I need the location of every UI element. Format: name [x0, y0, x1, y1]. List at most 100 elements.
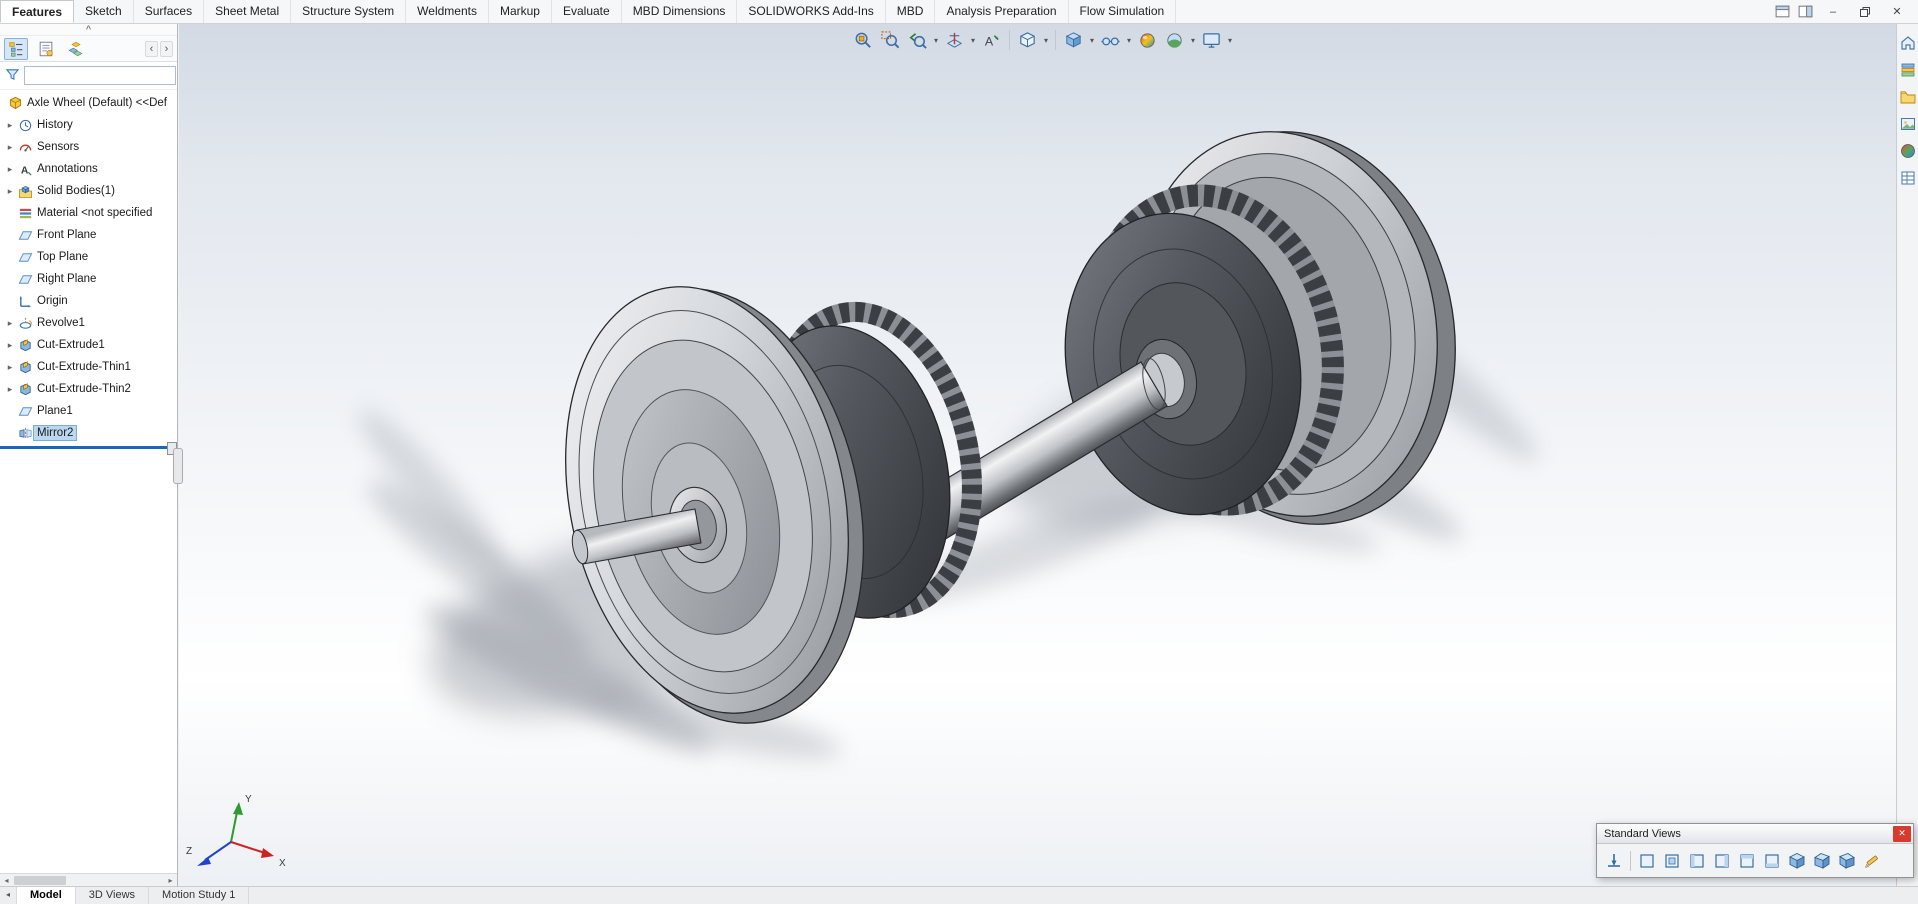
appearances-scenes-icon[interactable] [1899, 142, 1917, 160]
graphics-viewport[interactable]: ▾ ▾ A ▾ ▾ ▾ ▾ ▾ Y X Z [179, 24, 1896, 886]
home-icon[interactable] [1899, 34, 1917, 52]
bottom-view-icon[interactable] [1760, 848, 1784, 873]
apply-scene-icon[interactable] [1162, 27, 1187, 53]
pane-icon-1[interactable] [1774, 4, 1791, 19]
isometric-view-icon[interactable] [1785, 848, 1809, 873]
expand-arrow[interactable]: ▸ [4, 164, 16, 175]
expand-arrow[interactable]: ▸ [4, 384, 16, 395]
tree-item-revolve1[interactable]: ▸ Revolve1 [0, 312, 177, 334]
dropdown-caret[interactable]: ▾ [1226, 36, 1234, 45]
tree-item-annotations[interactable]: ▸ A Annotations [0, 158, 177, 180]
expand-arrow[interactable]: ▸ [4, 186, 16, 197]
trimetric-view-icon[interactable] [1810, 848, 1834, 873]
panel-resize-handle[interactable] [173, 448, 183, 484]
tree-item-origin[interactable]: Origin [0, 290, 177, 312]
tab-flow-simulation[interactable]: Flow Simulation [1069, 0, 1177, 23]
file-explorer-icon[interactable] [1899, 88, 1917, 106]
edit-appearance-icon[interactable] [1135, 27, 1160, 53]
dynamic-annotation-views-icon[interactable]: A [979, 27, 1004, 53]
dropdown-caret[interactable]: ▾ [969, 36, 977, 45]
expand-arrow[interactable]: ▸ [4, 362, 16, 373]
hide-show-items-icon[interactable] [1098, 27, 1123, 53]
dropdown-caret[interactable]: ▾ [1088, 36, 1096, 45]
pane-icon-2[interactable] [1797, 4, 1814, 19]
dropdown-caret[interactable]: ▾ [1189, 36, 1197, 45]
scroll-thumb[interactable] [14, 876, 66, 885]
scroll-left-arrow[interactable]: ◂ [0, 874, 13, 886]
previous-view-icon[interactable] [905, 27, 930, 53]
section-view-icon[interactable] [942, 27, 967, 53]
expand-arrow[interactable]: ▸ [4, 318, 16, 329]
view-palette-icon[interactable] [1899, 115, 1917, 133]
tab-mbd-dimensions[interactable]: MBD Dimensions [622, 0, 738, 23]
close-button[interactable]: ✕ [1884, 3, 1910, 21]
scroll-right-arrow[interactable]: ▸ [164, 874, 177, 886]
design-library-icon[interactable] [1899, 61, 1917, 79]
tab-model[interactable]: Model [17, 887, 76, 904]
tab-evaluate[interactable]: Evaluate [552, 0, 622, 23]
tree-item-sensors[interactable]: ▸ Sensors [0, 136, 177, 158]
view-orientation-icon[interactable] [1015, 27, 1040, 53]
tree-item-material[interactable]: Material <not specified [0, 202, 177, 224]
tree-item-cut-extrude-thin2[interactable]: ▸ Cut-Extrude-Thin2 [0, 378, 177, 400]
tree-item-label: History [37, 119, 73, 131]
configurationmanager-tab[interactable] [64, 38, 88, 60]
display-style-icon[interactable] [1061, 27, 1086, 53]
minimize-button[interactable]: – [1820, 3, 1846, 21]
tree-item-top-plane[interactable]: Top Plane [0, 246, 177, 268]
expand-arrow[interactable]: ▸ [4, 120, 16, 131]
front-view-icon[interactable] [1635, 848, 1659, 873]
tab-weldments[interactable]: Weldments [406, 0, 489, 23]
filter-input[interactable] [24, 66, 176, 85]
tree-item-cut-extrude-thin1[interactable]: ▸ Cut-Extrude-Thin1 [0, 356, 177, 378]
plane-icon [16, 249, 34, 265]
expand-arrow[interactable]: ▸ [4, 340, 16, 351]
tab-analysis-preparation[interactable]: Analysis Preparation [935, 0, 1069, 23]
normal-to-icon[interactable] [1602, 848, 1626, 873]
propertymanager-tab[interactable] [34, 38, 58, 60]
palette-title-bar[interactable]: Standard Views ✕ [1597, 824, 1913, 844]
dropdown-caret[interactable]: ▾ [932, 36, 940, 45]
tab-markup[interactable]: Markup [489, 0, 552, 23]
featuremanager-tab[interactable] [4, 37, 28, 60]
zoom-to-fit-icon[interactable] [851, 27, 876, 53]
rollback-bar[interactable] [0, 442, 177, 455]
top-view-icon[interactable] [1735, 848, 1759, 873]
tree-item-right-plane[interactable]: Right Plane [0, 268, 177, 290]
tree-item-plane1[interactable]: Plane1 [0, 400, 177, 422]
tree-item-history[interactable]: ▸ History [0, 114, 177, 136]
tab-surfaces[interactable]: Surfaces [134, 0, 205, 23]
model-render[interactable] [179, 24, 1896, 886]
dropdown-caret[interactable]: ▾ [1125, 36, 1133, 45]
tab-mbd[interactable]: MBD [886, 0, 936, 23]
tab-features[interactable]: Features [0, 0, 75, 23]
panel-collapse-chevron[interactable]: ^ [0, 24, 177, 36]
tab-sketch[interactable]: Sketch [74, 0, 134, 23]
tree-item-root[interactable]: Axle Wheel (Default) <<Def [0, 92, 177, 114]
tab-sheet-metal[interactable]: Sheet Metal [204, 0, 292, 23]
tab-motion-study-1[interactable]: Motion Study 1 [149, 887, 250, 904]
tab-structure-system[interactable]: Structure System [291, 0, 407, 23]
tree-item-cut-extrude1[interactable]: ▸ Cut-Extrude1 [0, 334, 177, 356]
restore-button[interactable] [1852, 3, 1878, 21]
doc-tab-scroll-left[interactable]: ◂ [0, 887, 17, 904]
tree-horizontal-scrollbar[interactable]: ◂ ▸ [0, 873, 177, 886]
left-view-icon[interactable] [1685, 848, 1709, 873]
right-view-icon[interactable] [1710, 848, 1734, 873]
dropdown-caret[interactable]: ▾ [1042, 36, 1050, 45]
zoom-to-area-icon[interactable] [878, 27, 903, 53]
panel-tab-scroll-left[interactable]: ‹ [145, 40, 158, 57]
tree-item-front-plane[interactable]: Front Plane [0, 224, 177, 246]
view-selector-icon[interactable] [1860, 848, 1884, 873]
custom-properties-icon[interactable] [1899, 169, 1917, 187]
back-view-icon[interactable] [1660, 848, 1684, 873]
panel-tab-scroll-right[interactable]: › [160, 40, 173, 57]
expand-arrow[interactable]: ▸ [4, 142, 16, 153]
dimetric-view-icon[interactable] [1835, 848, 1859, 873]
tab-solidworks-add-ins[interactable]: SOLIDWORKS Add-Ins [737, 0, 886, 23]
view-settings-icon[interactable] [1199, 27, 1224, 53]
tree-item-mirror2[interactable]: Mirror2 [0, 422, 177, 444]
tab-3d-views[interactable]: 3D Views [76, 887, 150, 904]
tree-item-solid-bodies[interactable]: ▸ Solid Bodies(1) [0, 180, 177, 202]
palette-close-button[interactable]: ✕ [1893, 825, 1911, 842]
